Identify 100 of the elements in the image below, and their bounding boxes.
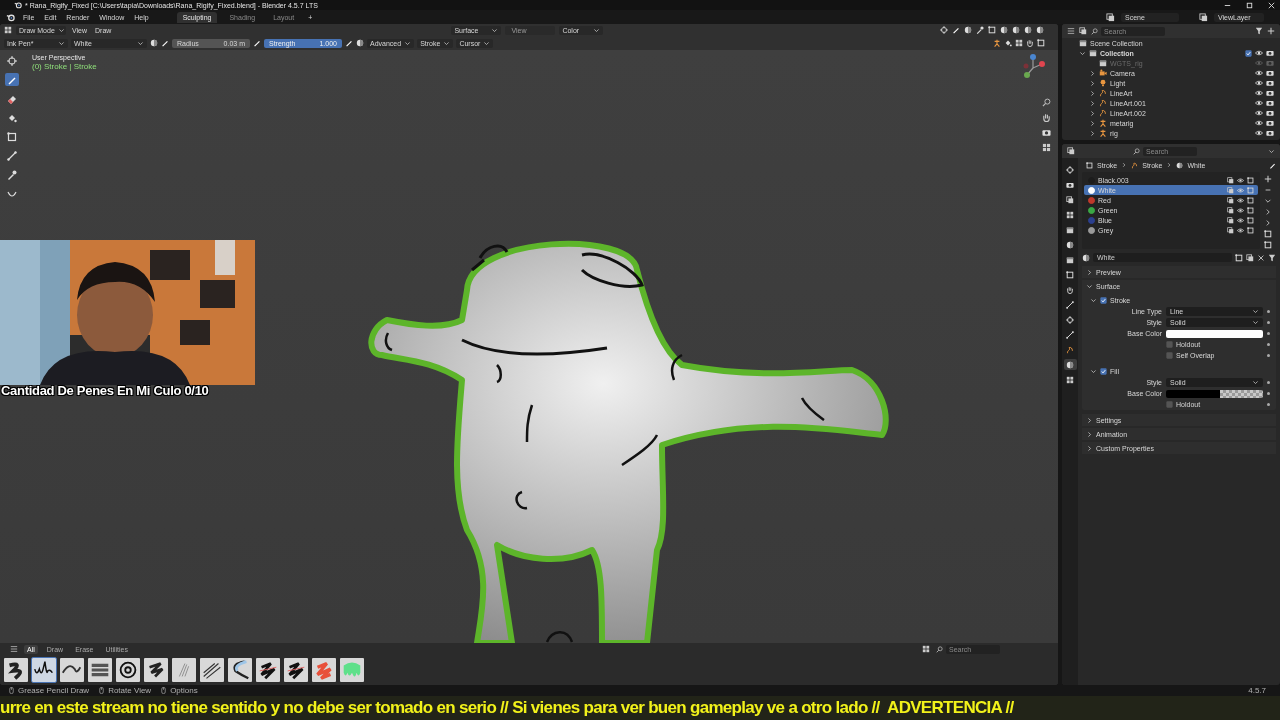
header-tool-icon[interactable] — [940, 26, 948, 34]
eye-icon — [1237, 216, 1244, 224]
tool-button[interactable] — [5, 73, 19, 86]
brush-thumbnail[interactable] — [3, 657, 29, 683]
tool-button[interactable] — [5, 54, 19, 67]
material-icon[interactable] — [150, 39, 158, 47]
editor-type-icon[interactable] — [1067, 147, 1075, 155]
properties-tab[interactable] — [1063, 329, 1077, 340]
keyframe-dot[interactable] — [1267, 354, 1270, 357]
expand-caret-icon[interactable] — [1089, 99, 1096, 107]
checkbox[interactable] — [1245, 49, 1252, 57]
header-tool-icon[interactable] — [952, 26, 960, 34]
display-mode-icon[interactable] — [1067, 27, 1075, 35]
brush-thumbnail[interactable] — [227, 657, 253, 683]
color-swatch[interactable] — [1166, 329, 1263, 338]
header-tool-icon[interactable] — [976, 26, 984, 34]
display-options-icon[interactable] — [922, 645, 930, 653]
brush-thumbnail[interactable] — [87, 657, 113, 683]
overlay-tool-icon[interactable] — [993, 39, 1001, 47]
render-icon[interactable] — [1266, 99, 1274, 107]
properties-tab[interactable] — [1063, 314, 1077, 325]
header-tool-icon[interactable] — [988, 26, 996, 34]
shading-icon[interactable] — [1024, 26, 1032, 34]
color-swatch[interactable] — [1166, 389, 1263, 398]
eye-icon — [1237, 226, 1244, 234]
render-icon[interactable] — [1266, 69, 1274, 77]
properties-tab-icon — [1066, 195, 1074, 204]
brush-thumbnail[interactable] — [199, 657, 225, 683]
keyframe-dot[interactable] — [1267, 321, 1270, 324]
brush-thumbnail[interactable] — [59, 657, 85, 683]
grid-icon[interactable] — [1042, 143, 1051, 152]
keyframe-dot[interactable] — [1267, 310, 1270, 313]
eye-icon[interactable] — [1255, 69, 1263, 77]
keyframe-dot[interactable] — [1267, 332, 1270, 335]
scene-icon[interactable] — [1106, 12, 1115, 22]
brush-thumbnail[interactable] — [143, 657, 169, 683]
render-icon[interactable] — [1266, 119, 1274, 127]
eye-icon[interactable] — [1255, 99, 1263, 107]
app-logo-icon[interactable] — [6, 12, 15, 22]
pan-icon[interactable] — [1042, 113, 1051, 122]
brush-thumbnail[interactable] — [115, 657, 141, 683]
brush-thumbnail[interactable] — [339, 657, 365, 683]
brush-thumbnail[interactable] — [31, 657, 57, 683]
eye-icon[interactable] — [1255, 79, 1263, 87]
new-collection-icon[interactable] — [1267, 27, 1275, 35]
unlink-icon[interactable] — [1257, 253, 1265, 262]
shading-icon[interactable] — [964, 26, 972, 34]
zoom-icon[interactable] — [1042, 98, 1051, 107]
expand-caret-icon[interactable] — [1089, 79, 1096, 87]
camera-icon[interactable] — [1042, 128, 1051, 137]
overlay-tool-icon[interactable] — [1026, 39, 1034, 47]
expand-caret-icon[interactable] — [1089, 119, 1096, 127]
shading-icon[interactable] — [1012, 26, 1020, 34]
view-layer-icon[interactable] — [1199, 12, 1208, 22]
shading-icon[interactable] — [1036, 26, 1044, 34]
render-icon[interactable] — [1266, 109, 1274, 117]
maximize-icon[interactable] — [1245, 0, 1254, 10]
render-icon[interactable] — [1266, 79, 1274, 87]
expand-caret-icon[interactable] — [1089, 89, 1096, 97]
keyframe-dot[interactable] — [1267, 381, 1270, 384]
keyframe-dot[interactable] — [1267, 403, 1270, 406]
properties-tab[interactable] — [1063, 164, 1077, 175]
expand-caret-icon[interactable] — [1089, 109, 1096, 117]
expand-caret-icon[interactable] — [1089, 69, 1096, 77]
filter-icon[interactable] — [1255, 27, 1263, 35]
render-icon[interactable] — [1266, 89, 1274, 97]
toggle-icon[interactable] — [356, 39, 364, 47]
duplicate-icon[interactable] — [1246, 253, 1254, 262]
filter-mode-icon[interactable] — [1079, 27, 1087, 35]
editor-type-icon[interactable] — [4, 26, 12, 34]
brush-thumbnail[interactable] — [283, 657, 309, 683]
close-icon[interactable] — [1267, 0, 1276, 10]
brush-thumbnail[interactable] — [311, 657, 337, 683]
render-icon[interactable] — [1266, 129, 1274, 137]
overlay-tool-icon[interactable] — [1004, 39, 1012, 47]
status-hint: Grease Pencil Draw — [18, 686, 90, 695]
eye-icon[interactable] — [1255, 129, 1263, 137]
collapse-caret-icon[interactable] — [1079, 49, 1086, 57]
list-control-icon[interactable] — [1264, 241, 1272, 249]
brush-thumbnail[interactable] — [255, 657, 281, 683]
eye-icon[interactable] — [1255, 109, 1263, 117]
eye-icon[interactable] — [1255, 119, 1263, 127]
tool-button[interactable] — [5, 130, 19, 143]
properties-tab[interactable] — [1063, 299, 1077, 310]
shading-icon[interactable] — [1000, 26, 1008, 34]
menu-icon[interactable] — [10, 645, 18, 653]
expand-caret-icon[interactable] — [1089, 129, 1096, 137]
overlay-tool-icon[interactable] — [1015, 39, 1023, 47]
list-control-icon[interactable] — [1264, 175, 1272, 183]
eye-icon[interactable] — [1255, 89, 1263, 97]
tool-button[interactable] — [5, 149, 19, 162]
keyframe-dot[interactable] — [1267, 392, 1270, 395]
context-label: (0) Stroke | Stroke — [32, 62, 97, 71]
properties-tab[interactable] — [1063, 359, 1077, 370]
options-caret-icon[interactable] — [1268, 147, 1275, 155]
list-control-icon[interactable] — [1264, 230, 1272, 238]
render-icon[interactable] — [1266, 49, 1274, 57]
brush-thumbnail[interactable] — [171, 657, 197, 683]
eye-icon[interactable] — [1255, 49, 1263, 57]
keyframe-dot[interactable] — [1267, 343, 1270, 346]
